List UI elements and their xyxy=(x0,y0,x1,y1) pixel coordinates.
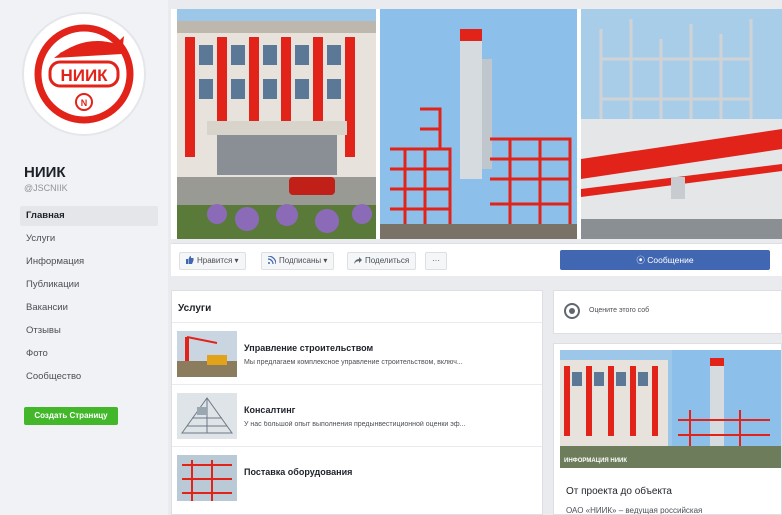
nav-item-jobs[interactable]: Вакансии xyxy=(20,298,158,318)
service-title: Поставка оборудования xyxy=(244,467,353,477)
cover-photo-plant[interactable] xyxy=(380,9,577,239)
page-actions-bar: Нравится ▾ Подписаны ▾ Поделиться ··· ⦿ … xyxy=(171,243,782,276)
nav-item-home[interactable]: Главная xyxy=(20,206,158,226)
page-nav: Главная Услуги Информация Публикации Вак… xyxy=(20,206,158,390)
logo-text: НИИК xyxy=(60,66,108,85)
thumbs-up-icon xyxy=(186,254,194,264)
nav-item-community[interactable]: Сообщество xyxy=(20,367,158,387)
cover-photos xyxy=(171,9,782,239)
info-caption: ИНФОРМАЦИЯ НИИК xyxy=(564,458,627,464)
service-thumbnail xyxy=(177,455,237,501)
service-item[interactable]: Консалтинг У нас большой опыт выполнения… xyxy=(172,384,542,447)
left-sidebar: НИИК N НИИК @JSCNIIK Главная Услуги Инфо… xyxy=(0,0,168,515)
follow-button[interactable]: Подписаны ▾ xyxy=(261,252,335,270)
services-heading[interactable]: Услуги xyxy=(178,303,211,314)
create-page-button[interactable]: Создать Страницу xyxy=(24,407,118,425)
send-message-button[interactable]: ⦿ Сообщение xyxy=(560,250,770,270)
rate-page-card[interactable]: Оцените этого соб xyxy=(553,290,782,334)
niik-logo-icon: НИИК N xyxy=(34,24,134,124)
service-title: Управление строительством xyxy=(244,343,374,353)
info-image: ИНФОРМАЦИЯ НИИК xyxy=(560,350,781,468)
service-description: У нас большой опыт выполнения предынвест… xyxy=(244,421,466,428)
nav-item-photos[interactable]: Фото xyxy=(20,344,158,364)
services-panel: Услуги Управление строительством Мы пред… xyxy=(171,290,543,515)
page-handle: @JSCNIIK xyxy=(24,183,68,193)
page-logo[interactable]: НИИК N xyxy=(24,14,144,134)
like-button[interactable]: Нравится ▾ xyxy=(179,252,246,270)
rate-prompt: Оцените этого соб xyxy=(589,307,650,314)
info-card[interactable]: ИНФОРМАЦИЯ НИИК От проекта до объекта ОА… xyxy=(553,343,782,515)
service-thumbnail xyxy=(177,331,237,377)
service-item[interactable]: Поставка оборудования xyxy=(172,446,542,509)
cover-photo-industrial[interactable] xyxy=(581,9,782,239)
messenger-icon: ⦿ xyxy=(636,255,648,265)
nav-item-posts[interactable]: Публикации xyxy=(20,275,158,295)
more-options-button[interactable]: ··· xyxy=(425,252,447,270)
service-title: Консалтинг xyxy=(244,405,296,415)
logo-badge: N xyxy=(81,98,88,108)
nav-item-reviews[interactable]: Отзывы xyxy=(20,321,158,341)
nav-item-info[interactable]: Информация xyxy=(20,252,158,272)
rss-icon xyxy=(267,254,277,265)
info-subtitle: ОАО «НИИК» – ведущая российская xyxy=(566,506,703,515)
service-description: Мы предлагаем комплексное управление стр… xyxy=(244,359,463,366)
share-button[interactable]: Поделиться xyxy=(347,252,417,270)
service-thumbnail xyxy=(177,393,237,439)
nav-item-services[interactable]: Услуги xyxy=(20,229,158,249)
info-title: От проекта до объекта xyxy=(566,486,672,497)
cover-photo-building[interactable] xyxy=(177,9,376,239)
share-arrow-icon xyxy=(354,254,362,264)
page-title[interactable]: НИИК xyxy=(24,164,66,181)
service-item[interactable]: Управление строительством Мы предлагаем … xyxy=(172,322,542,385)
rating-icon xyxy=(564,303,580,319)
